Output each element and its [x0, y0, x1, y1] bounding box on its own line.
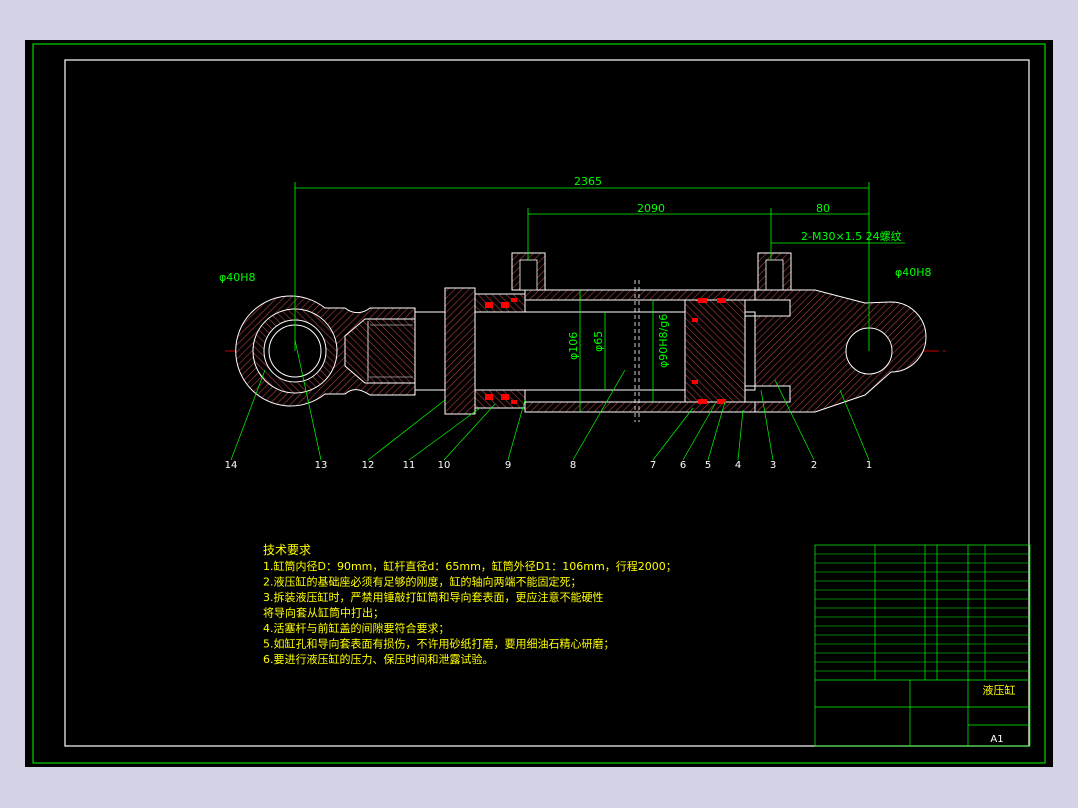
tech-requirement-line: 将导向套从缸筒中打出；: [263, 606, 384, 620]
tech-requirements: 1.缸筒内径D：90mm，缸杆直径d：65mm，缸筒外径D1：106mm，行程2…: [263, 559, 677, 666]
leader-line: [408, 407, 481, 461]
title-block: [814, 544, 1031, 747]
dim-pin-right: φ40H8: [895, 266, 932, 279]
part-number-12: 12: [362, 460, 375, 471]
part-number-8: 8: [570, 460, 576, 471]
leader-line: [507, 399, 526, 461]
leader-line: [652, 407, 694, 461]
tech-requirement-line: 6.要进行液压缸的压力、保压时间和泄露试验。: [263, 652, 494, 666]
part-number-14: 14: [225, 460, 238, 471]
dim-tube-outer: φ106: [567, 332, 580, 360]
part-number-4: 4: [735, 460, 741, 471]
tech-requirement-line: 4.活塞杆与前缸盖的间隙要符合要求；: [263, 621, 450, 635]
part-balloons: 14 13 12 11 10 9 8 7 6 5 4 3 2 1: [225, 460, 873, 471]
tech-title: 技术要求: [263, 543, 311, 557]
title-block-sheet-size: A1: [990, 734, 1003, 745]
part-number-1: 1: [866, 460, 872, 471]
tech-requirement-line: 3.拆装液压缸时，严禁用锤敲打缸筒和导向套表面，更应注意不能硬性: [263, 590, 604, 604]
part-number-6: 6: [680, 460, 686, 471]
title-block-title: 液压缸: [983, 683, 1016, 697]
part-number-2: 2: [811, 460, 817, 471]
leader-line: [367, 399, 446, 461]
tech-requirement-line: 1.缸筒内径D：90mm，缸杆直径d：65mm，缸筒外径D1：106mm，行程2…: [263, 559, 677, 573]
tech-requirement-line: 2.液压缸的基础座必须有足够的刚度，缸的轴向两端不能固定死；: [263, 575, 582, 589]
part-number-11: 11: [403, 460, 416, 471]
dim-rod-diameter: φ65: [592, 331, 605, 352]
part-number-5: 5: [705, 460, 711, 471]
cad-drawing: 2365 2090 80 2-M30×1.5 24螺纹 φ40H8 φ40H8 …: [32, 43, 1046, 764]
dim-port-offset: 80: [816, 202, 830, 215]
rear-cap: [754, 289, 927, 413]
leader-line: [839, 389, 870, 461]
part-number-10: 10: [438, 460, 451, 471]
oil-port-front: [511, 252, 546, 291]
dim-overall-length: 2365: [574, 175, 602, 188]
dim-bore-to-port: 2090: [637, 202, 665, 215]
leader-line: [760, 389, 774, 461]
drawing-sheet: 2365 2090 80 2-M30×1.5 24螺纹 φ40H8 φ40H8 …: [25, 40, 1053, 767]
parts-list-rows: [815, 553, 1030, 672]
part-number-9: 9: [505, 460, 511, 471]
dim-pin-left: φ40H8: [219, 271, 256, 284]
tech-requirement-line: 5.如缸孔和导向套表面有损伤，不许用砂纸打磨，要用细油石精心研磨；: [263, 637, 615, 651]
dim-piston-fit: φ90H8/g6: [657, 314, 670, 368]
rod-end-eye: [235, 295, 416, 407]
part-number-7: 7: [650, 460, 656, 471]
part-number-13: 13: [315, 460, 328, 471]
dim-port-thread: 2-M30×1.5 24螺纹: [801, 229, 902, 243]
oil-port-rear: [757, 252, 792, 291]
leader-line: [737, 409, 744, 461]
part-number-3: 3: [770, 460, 776, 471]
